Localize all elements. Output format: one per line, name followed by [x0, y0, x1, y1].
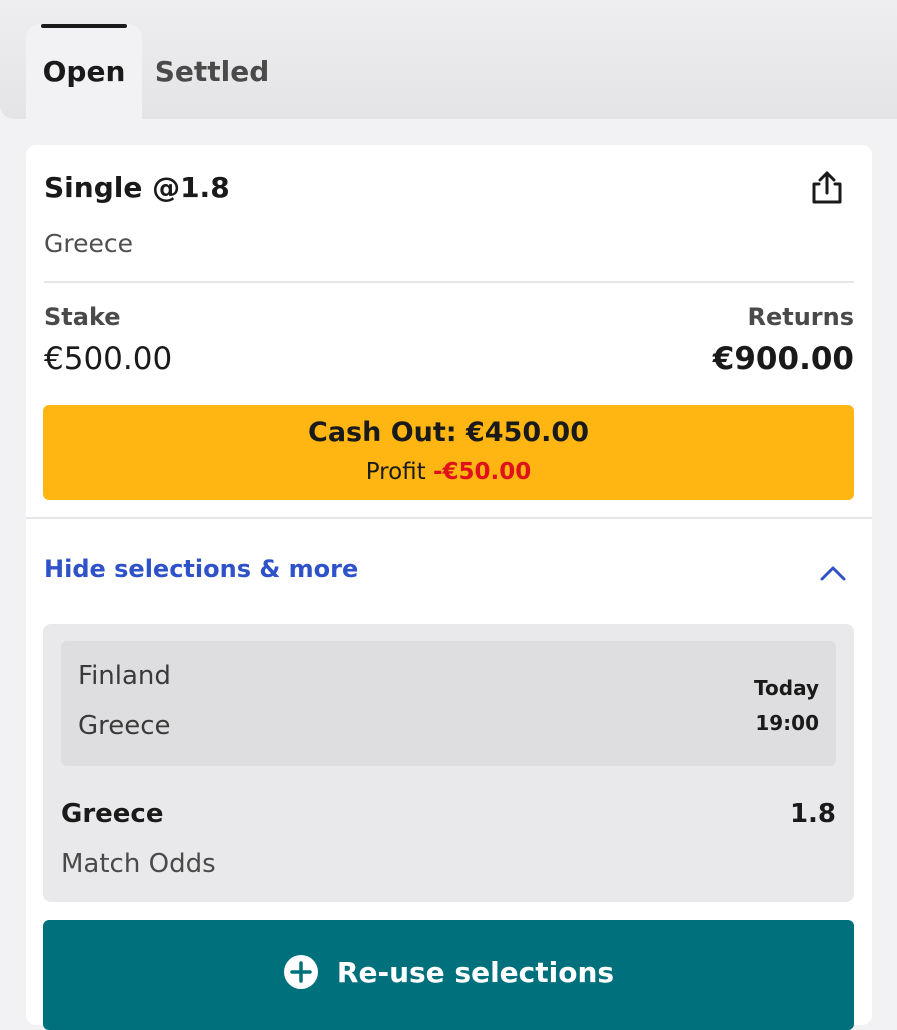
profit-value: -€50.00 — [433, 459, 532, 485]
reuse-selections-label: Re-use selections — [336, 955, 615, 989]
bet-subtitle: Greece — [44, 229, 133, 258]
cash-out-button[interactable]: Cash Out: €450.00 Profit -€50.00 — [43, 405, 854, 500]
tab-settled[interactable]: Settled — [142, 24, 282, 119]
event-box: Finland Greece Today 19:00 — [61, 641, 836, 766]
bet-card: Single @1.8 Greece Stake Returns €500.00… — [26, 145, 872, 1030]
returns-value: €900.00 — [712, 341, 854, 377]
hide-selections-label: Hide selections & more — [44, 555, 359, 583]
bet-title: Single @1.8 — [44, 171, 230, 204]
returns-label: Returns — [747, 303, 854, 331]
chevron-up-icon — [820, 566, 846, 581]
stake-label: Stake — [44, 303, 121, 331]
reuse-selections-content: Re-use selections — [43, 954, 854, 990]
divider — [26, 517, 872, 519]
event-day: Today — [754, 676, 819, 700]
stake-value: €500.00 — [44, 341, 173, 377]
hide-selections-toggle[interactable]: Hide selections & more — [44, 553, 854, 593]
selection-market: Match Odds — [61, 849, 216, 879]
selection-odds: 1.8 — [789, 799, 836, 829]
tab-bar: Open Settled — [0, 0, 897, 119]
cash-out-profit: Profit -€50.00 — [43, 459, 854, 485]
divider — [44, 281, 854, 283]
profit-label: Profit — [365, 459, 426, 485]
active-tab-indicator — [41, 24, 127, 28]
away-team: Greece — [78, 711, 171, 741]
share-button[interactable] — [806, 167, 848, 209]
reuse-selections-button[interactable]: Re-use selections — [43, 920, 854, 1030]
cash-out-label: Cash Out: €450.00 — [308, 417, 589, 448]
event-time: 19:00 — [755, 711, 819, 735]
selection-panel: Finland Greece Today 19:00 Greece 1.8 Ma… — [43, 624, 854, 902]
tab-open[interactable]: Open — [26, 24, 142, 119]
plus-circle-icon — [283, 955, 318, 989]
tab-settled-label: Settled — [154, 55, 270, 88]
selection-pick: Greece — [61, 799, 164, 829]
home-team: Finland — [78, 661, 171, 691]
tab-open-label: Open — [42, 55, 126, 88]
share-icon — [812, 171, 842, 204]
